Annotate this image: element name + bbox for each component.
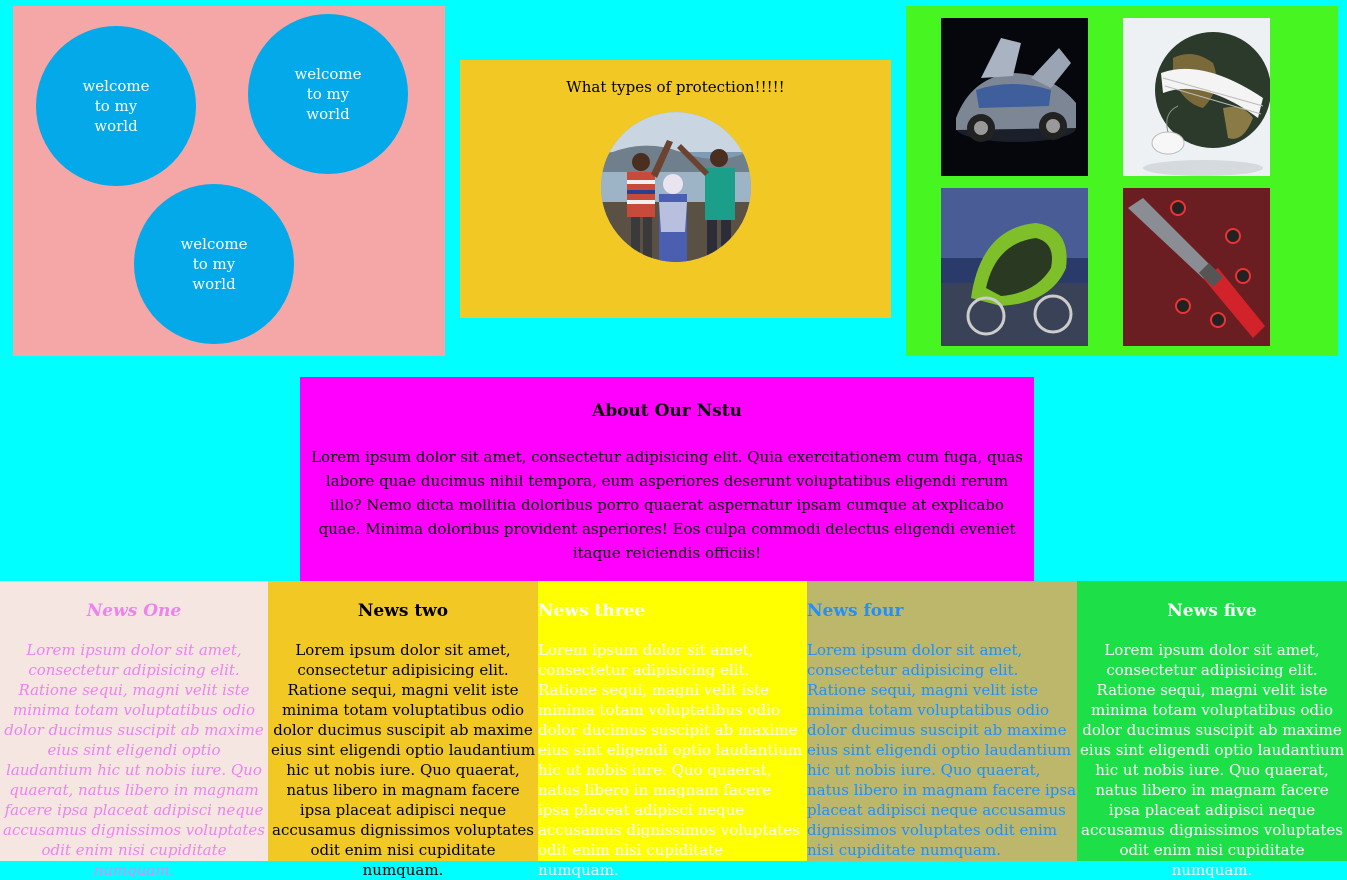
protection-panel: What types of protection!!!!! [460, 60, 891, 318]
knife-infographic-image [1123, 188, 1270, 346]
green-bike-image [941, 188, 1088, 346]
news-body: Lorem ipsum dolor sit amet, consectetur … [1079, 641, 1345, 879]
about-body: Lorem ipsum dolor sit amet, consectetur … [311, 448, 1023, 562]
welcome-circle: welcome to my world [134, 184, 294, 344]
about-title: About Our Nstu [592, 401, 742, 421]
news-title: News two [357, 601, 449, 621]
welcome-circle-text: welcome to my world [180, 235, 248, 293]
news-column: News One Lorem ipsum dolor sit amet, con… [0, 581, 268, 879]
protection-title: What types of protection!!!!! [566, 78, 785, 96]
welcome-circle: welcome to my world [36, 26, 196, 186]
welcome-circle-text: welcome to my world [294, 65, 362, 123]
news-title: News five [1167, 601, 1257, 621]
news-title: News three [538, 601, 646, 621]
news-column: News two Lorem ipsum dolor sit amet, con… [268, 581, 538, 879]
news-column: News four Lorem ipsum dolor sit amet, co… [807, 581, 1077, 861]
image-gallery-panel [906, 6, 1338, 356]
welcome-circle-text: welcome to my world [82, 77, 150, 135]
news-body: Lorem ipsum dolor sit amet, consectetur … [270, 641, 536, 879]
news-body: Lorem ipsum dolor sit amet, consectetur … [538, 641, 803, 879]
welcome-circle: welcome to my world [248, 14, 408, 174]
news-title: News four [807, 601, 904, 621]
globe-keyboard-image [1123, 18, 1270, 176]
news-title: News One [86, 601, 182, 621]
news-body: Lorem ipsum dolor sit amet, consectetur … [3, 641, 265, 879]
news-column: News three Lorem ipsum dolor sit amet, c… [538, 581, 807, 879]
news-column: News five Lorem ipsum dolor sit amet, co… [1077, 581, 1347, 879]
welcome-circles-panel: welcome to my world welcome to my world … [13, 6, 445, 356]
group-photo [601, 112, 751, 262]
news-body: Lorem ipsum dolor sit amet, consectetur … [807, 641, 1077, 859]
about-panel: About Our Nstu Lorem ipsum dolor sit ame… [300, 377, 1034, 581]
concept-car-image [941, 18, 1088, 176]
